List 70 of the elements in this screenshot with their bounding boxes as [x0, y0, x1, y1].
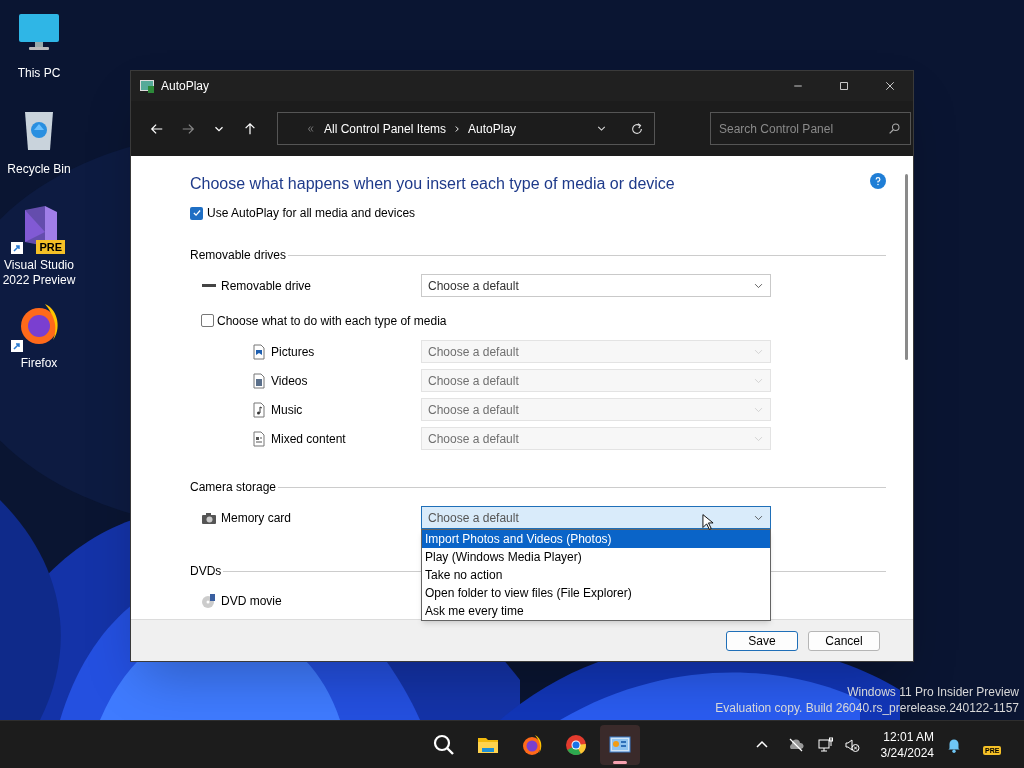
back-arrow-icon — [149, 121, 164, 136]
firefox-icon — [520, 732, 544, 757]
device-label: Removable drive — [221, 277, 312, 295]
dropdown-option[interactable]: Open folder to view files (File Explorer) — [422, 584, 770, 602]
device-label: Videos — [271, 372, 308, 390]
search-icon[interactable] — [888, 122, 901, 135]
shortcut-arrow-icon — [11, 340, 23, 352]
device-label: Mixed content — [271, 430, 346, 448]
help-icon — [872, 175, 884, 187]
checkmark-icon — [191, 208, 202, 218]
scrollbar-thumb[interactable] — [905, 174, 908, 360]
clock-date[interactable]: 3/24/2024 — [880, 744, 934, 761]
checkbox[interactable] — [201, 314, 214, 327]
volume-muted-icon[interactable] — [844, 736, 860, 753]
checkbox-label: Choose what to do with each type of media — [217, 312, 447, 330]
up-arrow-icon — [242, 121, 257, 136]
picture-file-icon — [251, 343, 267, 360]
video-file-icon — [251, 372, 267, 389]
dropdown-option[interactable]: Import Photos and Videos (Photos) — [422, 530, 770, 548]
shortcut-arrow-icon — [11, 242, 23, 254]
cloud-off-icon[interactable] — [788, 736, 804, 753]
dropdown: Choose a default — [421, 398, 771, 421]
network-icon[interactable] — [818, 736, 834, 753]
window-title: AutoPlay — [161, 78, 210, 95]
breadcrumb-item[interactable]: AutoPlay — [468, 119, 517, 138]
desktop-icon-label: This PC — [17, 66, 61, 81]
help-button[interactable] — [870, 173, 886, 189]
search-icon — [432, 732, 456, 757]
dropdown[interactable]: Choose a default — [421, 506, 771, 529]
dropdown: Choose a default — [421, 340, 771, 363]
refresh-icon[interactable] — [630, 121, 644, 136]
checkbox-label: Use AutoPlay for all media and devices — [207, 205, 416, 222]
chrome-icon — [564, 732, 588, 757]
dropdown-option[interactable]: Ask me every time — [422, 602, 770, 620]
desktop-icon-label: Visual Studio 2022 Preview — [1, 258, 77, 288]
dropdown-option[interactable]: Take no action — [422, 566, 770, 584]
device-label: DVD movie — [221, 592, 282, 610]
preview-badge: PRE — [36, 240, 65, 254]
device-label: Pictures — [271, 343, 315, 361]
address-bar[interactable]: All Control Panel Items AutoPlay — [277, 112, 655, 145]
dialog-button[interactable]: Cancel — [808, 630, 880, 651]
dropdown-option[interactable]: Play (Windows Media Player) — [422, 548, 770, 566]
clock-time[interactable]: 12:01 AM — [883, 728, 934, 745]
close-icon — [884, 80, 896, 92]
forward-arrow-icon — [180, 121, 195, 136]
desktop-icon-label: Firefox — [20, 356, 58, 371]
device-label: Music — [271, 401, 303, 419]
autoplay-app-icon — [139, 78, 155, 94]
drive-icon — [201, 284, 217, 287]
music-file-icon — [251, 401, 267, 418]
device-label: Memory card — [221, 509, 291, 527]
dialog-button[interactable]: Save — [726, 630, 798, 651]
evaluation-notice: Windows 11 Pro Insider Preview — [847, 684, 1019, 700]
dropdown[interactable]: Choose a default — [421, 274, 771, 297]
desktop-icon-label: Recycle Bin — [7, 162, 71, 177]
active-indicator — [613, 760, 627, 764]
section-heading: Removable drives — [190, 247, 287, 264]
section-heading: DVDs — [190, 563, 222, 580]
dropdown: Choose a default — [421, 427, 771, 450]
breadcrumb-item[interactable]: All Control Panel Items — [324, 119, 447, 138]
overflow-chevron-icon — [306, 123, 316, 134]
checkbox[interactable] — [190, 206, 203, 220]
disc-icon — [201, 592, 217, 609]
section-heading: Camera storage — [190, 479, 277, 496]
dropdown: Choose a default — [421, 369, 771, 392]
taskbar-button[interactable] — [600, 724, 640, 765]
maximize-icon — [838, 80, 850, 92]
mixed-file-icon — [251, 430, 267, 447]
search-field[interactable]: Search Control Panel — [710, 112, 911, 145]
page-heading: Choose what happens when you insert each type of media or device — [190, 174, 675, 194]
